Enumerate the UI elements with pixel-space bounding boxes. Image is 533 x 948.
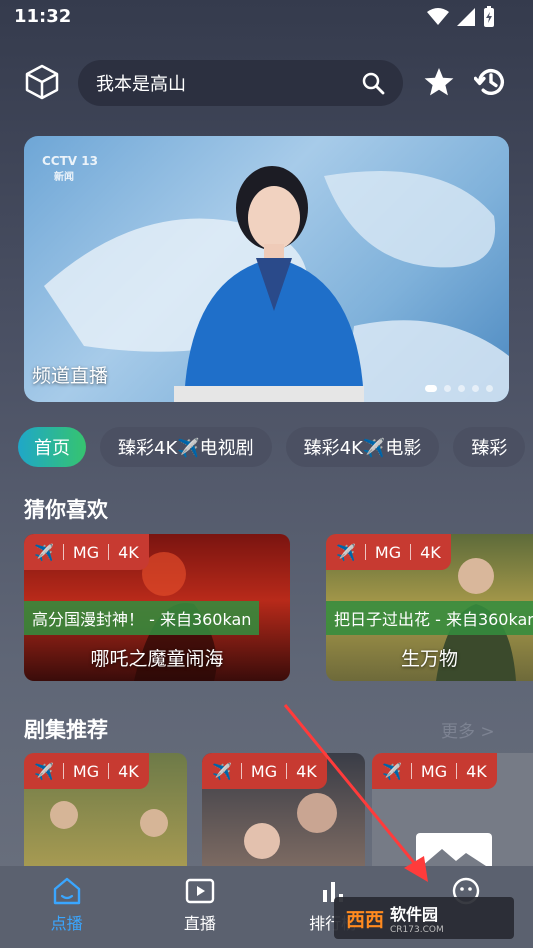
nav-item-vod[interactable]: 点播: [0, 866, 133, 948]
battery-icon: [484, 6, 494, 27]
channel-logo: CCTV 13 新闻: [42, 154, 98, 183]
quality-badge: ✈️ MG 4K: [24, 753, 149, 789]
carousel-dot: [425, 385, 437, 392]
nav-label: 点播: [50, 914, 83, 933]
wifi-icon: [427, 8, 449, 25]
tab-home[interactable]: 首页: [18, 427, 86, 467]
more-link[interactable]: 更多 >: [441, 717, 495, 742]
status-time: 11:32: [14, 6, 72, 27]
series-card[interactable]: ✈️ MG 4K: [24, 753, 187, 866]
annotation-arrow: [283, 704, 428, 882]
nav-label: 直播: [183, 914, 216, 933]
carousel-indicator: [425, 385, 493, 392]
hero-banner[interactable]: CCTV 13 新闻 频道直播: [24, 136, 509, 402]
recommend-card[interactable]: ✈️ MG 4K 把日子过出花 - 来自360kan 生万物: [326, 534, 533, 681]
quality-badge: ✈️ MG 4K: [24, 534, 149, 570]
app-logo-icon[interactable]: [24, 64, 60, 100]
home-icon: [53, 877, 80, 905]
recommend-card[interactable]: ✈️ MG 4K 高分国漫封神！ - 来自360kan 哪吒之魔童闹海: [24, 534, 290, 681]
tab-more-category[interactable]: 臻彩: [453, 427, 526, 467]
tab-4k-tv-series[interactable]: 臻彩4K✈️电视剧: [100, 427, 272, 467]
category-tabs: 首页 臻彩4K✈️电视剧 臻彩4K✈️电影 臻彩: [18, 427, 526, 467]
signal-icon: [457, 8, 475, 26]
history-icon[interactable]: [474, 65, 508, 99]
carousel-dot: [444, 385, 451, 392]
source-tag: 高分国漫封神！ - 来自360kan: [24, 601, 260, 635]
quality-badge: ✈️ MG 4K: [326, 534, 451, 570]
tab-4k-movies[interactable]: 臻彩4K✈️电影: [285, 427, 440, 467]
watermark-logo: 西西 软件园 CR173.COM: [334, 897, 514, 939]
section-title-guess: 猜你喜欢: [24, 498, 108, 522]
source-tag: 把日子过出花 - 来自360kan: [326, 601, 533, 635]
favorite-star-icon[interactable]: [423, 66, 455, 98]
carousel-dot: [458, 385, 465, 392]
card-title: 哪吒之魔童闹海: [90, 648, 224, 670]
carousel-dot: [472, 385, 479, 392]
section-title-series: 剧集推荐: [24, 718, 108, 742]
banner-caption: 频道直播: [32, 365, 109, 387]
play-icon: [185, 878, 215, 904]
nav-item-live[interactable]: 直播: [133, 866, 266, 948]
status-icons: [427, 6, 495, 28]
search-input[interactable]: 我本是高山: [96, 70, 361, 96]
search-icon[interactable]: [361, 71, 385, 95]
card-title: 生万物: [400, 648, 458, 670]
search-bar[interactable]: 我本是高山: [78, 60, 403, 106]
carousel-dot: [486, 385, 493, 392]
